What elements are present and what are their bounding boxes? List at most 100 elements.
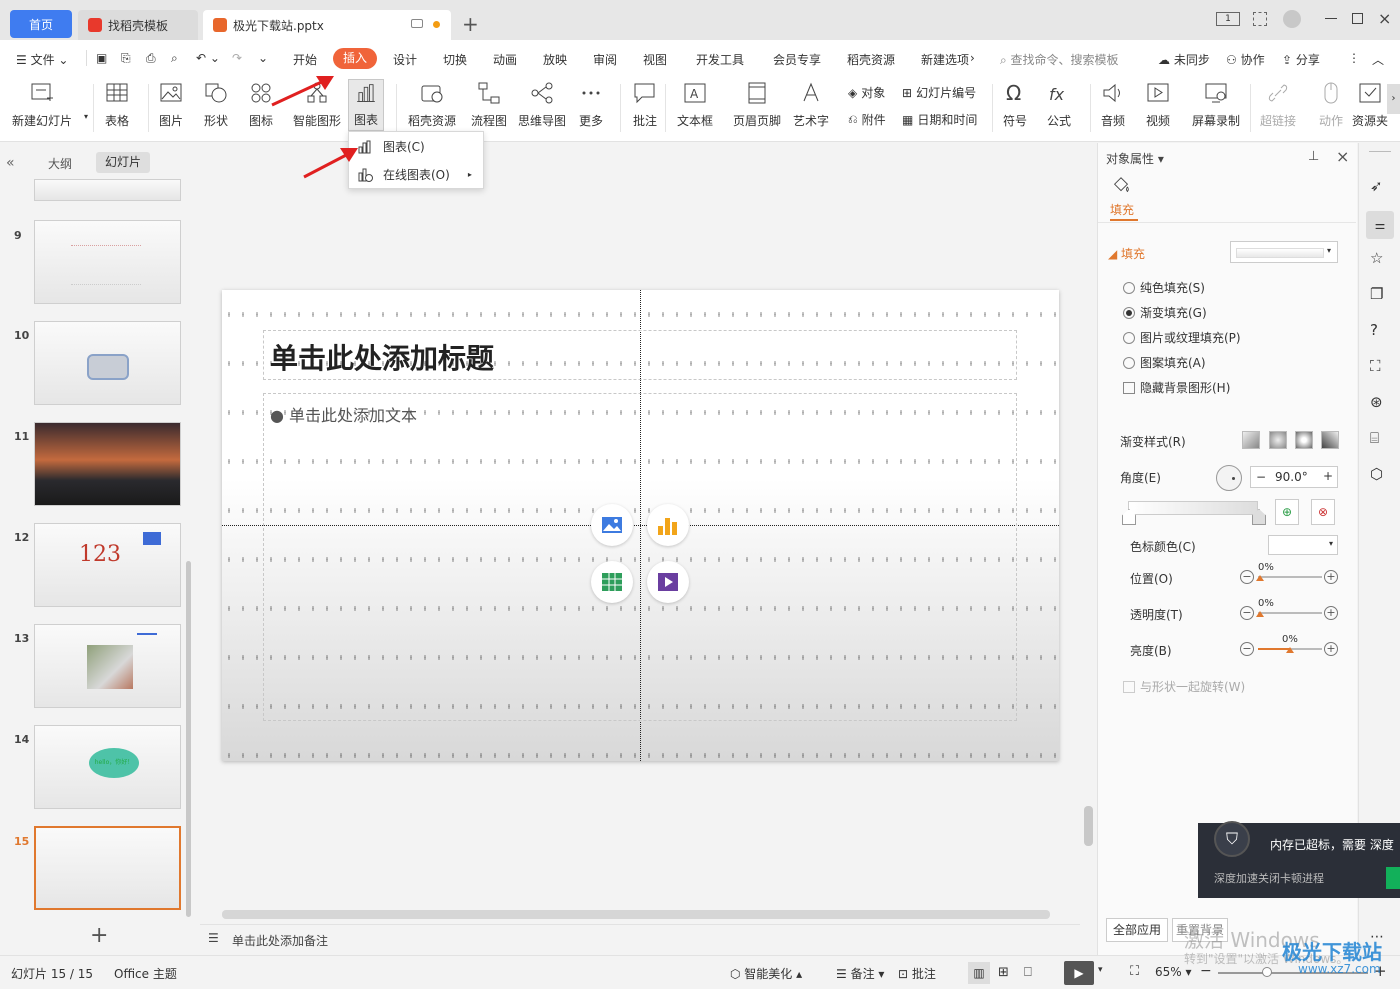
header-footer-button[interactable]: 页眉页脚	[733, 80, 781, 129]
gradient-rect-swatch[interactable]	[1295, 431, 1313, 449]
gradient-linear-swatch[interactable]	[1242, 431, 1260, 449]
position-increase-button[interactable]: +	[1324, 570, 1338, 584]
video-button[interactable]: 视频	[1145, 80, 1171, 129]
menu-transition[interactable]: 切换	[443, 51, 467, 68]
smart-beautify-button[interactable]: ⬡ 智能美化 ▴	[730, 965, 802, 982]
close-pane-icon[interactable]: ×	[1336, 147, 1349, 166]
sync-status[interactable]: ☁ 未同步	[1158, 51, 1210, 68]
menu-start[interactable]: 开始	[293, 51, 317, 68]
pin-icon[interactable]: ⊥	[1308, 149, 1319, 164]
menu-design[interactable]: 设计	[393, 51, 417, 68]
transform-icon[interactable]: ⛶	[1370, 357, 1390, 377]
tab-fill[interactable]: 填充	[1110, 201, 1134, 218]
memory-toast[interactable]: ⛉ 内存已超标，需要 深度 深度加速关闭卡顿进程	[1198, 821, 1400, 898]
brightness-slider-thumb[interactable]	[1286, 647, 1294, 653]
angle-decrease-button[interactable]: −	[1256, 470, 1266, 484]
slide-thumbnail-13[interactable]	[34, 624, 181, 708]
angle-stepper[interactable]: − 90.0° +	[1250, 466, 1338, 488]
rotate-with-shape-checkbox[interactable]: 与形状一起旋转(W)	[1123, 678, 1245, 695]
maximize-icon[interactable]	[1352, 13, 1363, 24]
tab-outline[interactable]: 大纲	[48, 155, 72, 172]
menu-insert[interactable]: 插入	[333, 48, 377, 69]
slides-panel-icon[interactable]: ❐	[1370, 285, 1390, 305]
table-button[interactable]: 表格	[104, 80, 130, 129]
transparency-slider-thumb[interactable]	[1256, 611, 1264, 617]
slide-thumbnail-11[interactable]	[34, 422, 181, 506]
new-tab-button[interactable]: +	[462, 12, 479, 36]
stop-color-dropdown[interactable]: ▾	[1268, 535, 1338, 555]
print-icon[interactable]: ⎙	[146, 51, 156, 66]
slide-thumbnail-8[interactable]	[34, 179, 181, 201]
vertical-scroll-thumb[interactable]	[1084, 806, 1093, 846]
export-pdf-icon[interactable]: ⎘	[121, 51, 131, 66]
collapse-ribbon-icon[interactable]: ︿	[1372, 51, 1384, 68]
menu-docer[interactable]: 稻壳资源	[847, 51, 895, 68]
menu-member[interactable]: 会员专享	[773, 51, 821, 68]
customize-icon[interactable]: ⌄	[258, 51, 268, 65]
transparency-increase-button[interactable]: +	[1324, 606, 1338, 620]
angle-value[interactable]: 90.0°	[1275, 470, 1308, 484]
audio-button[interactable]: 音频	[1100, 80, 1126, 129]
slide-number-button[interactable]: ⊞ 幻灯片编号	[902, 84, 976, 101]
picture-button[interactable]: 图片	[158, 80, 184, 129]
new-slide-button[interactable]: 新建幻灯片 ▾	[12, 80, 88, 129]
notes-toggle-button[interactable]: ☰ 备注 ▾	[836, 965, 884, 982]
zoom-level[interactable]: 65% ▾	[1155, 965, 1192, 979]
play-options-chevron-icon[interactable]: ▾	[1098, 965, 1103, 975]
attachment-button[interactable]: ⎌ 附件	[848, 111, 886, 128]
slide-thumbnail-15-selected[interactable]	[34, 826, 181, 910]
menu-developer[interactable]: 开发工具	[696, 51, 744, 68]
menu-animation[interactable]: 动画	[493, 51, 517, 68]
search-command[interactable]: ⌕ 查找命令、搜索模板	[1000, 51, 1119, 68]
comment-button[interactable]: 批注	[632, 80, 658, 129]
fill-color-dropdown[interactable]: ▾	[1230, 241, 1338, 263]
resource-folder-button[interactable]: 资源夹	[1352, 80, 1388, 129]
tab-document[interactable]: 极光下载站.pptx	[203, 10, 451, 40]
transparency-slider[interactable]	[1258, 612, 1322, 614]
sorter-view-icon[interactable]: ⊞	[998, 965, 1009, 980]
notes-placeholder[interactable]: 单击此处添加备注	[232, 932, 328, 949]
insert-picture-icon[interactable]	[591, 504, 633, 546]
undo-icon[interactable]: ↶ ⌄	[196, 51, 220, 65]
fill-pattern-option[interactable]: 图案填充(A)	[1123, 354, 1206, 371]
more-options-icon[interactable]: ⋮	[1348, 51, 1360, 65]
icon-button[interactable]: 图标	[248, 80, 274, 129]
gradient-path-swatch[interactable]	[1321, 431, 1339, 449]
reading-view-icon[interactable]: ⎕	[1024, 965, 1032, 980]
theme-name[interactable]: Office 主题	[114, 965, 177, 982]
book-search-icon[interactable]: ⌸	[1370, 429, 1390, 449]
file-menu[interactable]: ☰ 文件 ⌄	[16, 51, 68, 68]
action-button[interactable]: 动作	[1318, 80, 1344, 129]
minimize-icon[interactable]	[1325, 18, 1337, 19]
print-preview-icon[interactable]: ⌕	[171, 51, 178, 66]
vertical-scrollbar[interactable]	[1084, 150, 1093, 910]
hide-bg-checkbox[interactable]: 隐藏背景图形(H)	[1123, 379, 1230, 396]
fill-bucket-icon[interactable]	[1110, 175, 1134, 199]
collapse-pane-icon[interactable]: «	[6, 155, 15, 171]
screen-record-button[interactable]: 屏幕录制	[1192, 80, 1240, 129]
mindmap-button[interactable]: 思维导图	[518, 80, 566, 129]
compass-icon[interactable]: ⊛	[1370, 393, 1390, 413]
angle-dial[interactable]	[1216, 465, 1242, 491]
body-placeholder[interactable]: ● 单击此处添加文本	[263, 393, 1017, 721]
shape-button[interactable]: 形状	[203, 80, 229, 129]
ribbon-scroll-right[interactable]: ›	[1387, 84, 1400, 114]
fill-solid-option[interactable]: 纯色填充(S)	[1123, 279, 1205, 296]
menu-new-options[interactable]: 新建选项	[921, 51, 969, 68]
hyperlink-button[interactable]: 超链接	[1260, 80, 1296, 129]
gradient-stop-bar[interactable]	[1128, 501, 1258, 515]
smart-art-button[interactable]: 智能图形	[293, 80, 341, 129]
add-slide-button[interactable]: +	[90, 923, 108, 948]
menu-item-chart[interactable]: 图表(C)	[357, 138, 425, 155]
layout-toggle-icon[interactable]: 1	[1216, 12, 1240, 26]
title-placeholder[interactable]: 单击此处添加标题	[263, 330, 1017, 380]
position-decrease-button[interactable]: −	[1240, 570, 1254, 584]
play-button[interactable]: ▶	[1064, 961, 1094, 985]
tab-template[interactable]: 找稻壳模板	[78, 10, 198, 40]
comment-toggle-button[interactable]: ⊡ 批注	[898, 965, 936, 982]
slide-thumbnail-9[interactable]	[34, 220, 181, 304]
normal-view-icon[interactable]: ▥	[968, 962, 990, 984]
chart-button[interactable]: 图表	[348, 79, 384, 131]
grid-icon[interactable]	[1253, 12, 1267, 26]
fill-section-header[interactable]: ◢ 填充	[1108, 245, 1145, 262]
